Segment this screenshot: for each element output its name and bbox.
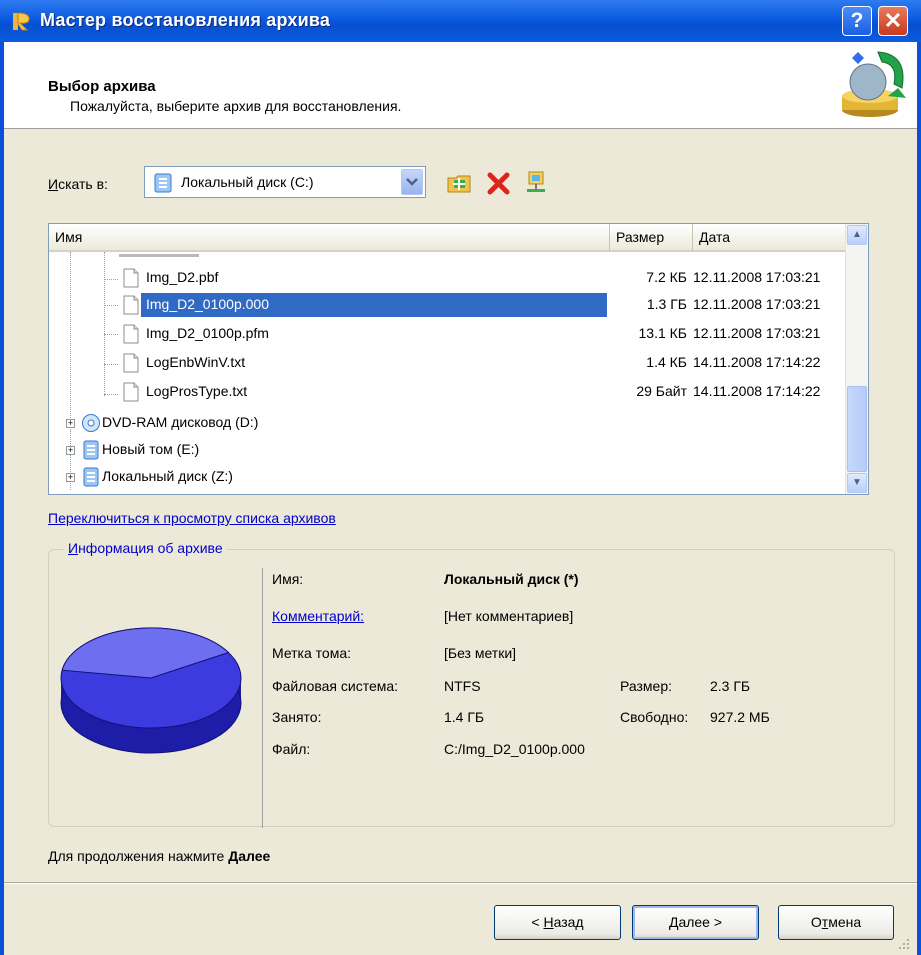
used-label: Занято:	[272, 709, 322, 725]
text-file-icon	[123, 353, 139, 373]
hard-drive-icon	[83, 467, 99, 487]
drive-name: Новый том (E:)	[102, 441, 200, 457]
continue-hint: Для продолжения нажмите Далее	[48, 848, 271, 864]
page-subtitle: Пожалуйста, выберите архив для восстанов…	[70, 98, 402, 114]
column-header-date[interactable]: Дата	[693, 224, 848, 252]
page-title: Выбор архива	[48, 78, 156, 95]
resize-grip-icon[interactable]	[897, 937, 911, 951]
file-date: 14.11.2008 17:14:22	[693, 383, 821, 399]
file-row-selected[interactable]: Img_D2_0100p.000 1.3 ГБ 12.11.2008 17:03…	[49, 293, 849, 319]
lookin-label: Искать в:	[48, 176, 108, 192]
back-button[interactable]: < Назад	[494, 905, 621, 940]
scroll-up-icon[interactable]: ▲	[847, 225, 867, 245]
footer-separator	[4, 882, 917, 884]
delete-icon[interactable]	[486, 170, 512, 196]
comment-link[interactable]: Комментарий:	[272, 608, 364, 624]
lookin-dropdown[interactable]: Локальный диск (C:)	[144, 166, 426, 198]
file-name: LogProsType.txt	[146, 383, 248, 399]
vertical-scrollbar[interactable]: ▲ ▼	[845, 224, 868, 494]
file-list[interactable]: Имя Размер Дата Img_D2.pbf 7.2 КБ 12.11.…	[48, 223, 869, 495]
size-label: Размер:	[620, 678, 673, 694]
scroll-down-icon[interactable]: ▼	[847, 473, 867, 493]
tree-item-dvd-drive[interactable]: + DVD-RAM дисковод (D:)	[49, 411, 609, 437]
wizard-window: Мастер восстановления архива ? ✕ Выбор а…	[0, 0, 921, 955]
new-folder-icon[interactable]	[446, 170, 472, 196]
file-row[interactable]: LogProsType.txt 29 Байт 14.11.2008 17:14…	[49, 380, 849, 406]
close-button[interactable]: ✕	[878, 6, 908, 36]
next-button[interactable]: Далее >	[632, 905, 759, 940]
tree-item-drive-z[interactable]: + Локальный диск (Z:)	[49, 465, 609, 491]
file-name: Img_D2.pbf	[146, 269, 219, 285]
used-value: 1.4 ГБ	[444, 709, 485, 725]
expand-icon[interactable]: +	[66, 473, 75, 482]
drive-name: Локальный диск (Z:)	[102, 468, 233, 484]
column-header-name[interactable]: Имя	[49, 224, 610, 252]
info-separator	[262, 568, 263, 828]
tree-item-drive-e[interactable]: + Новый том (E:)	[49, 438, 609, 464]
wizard-header: Выбор архива Пожалуйста, выберите архив …	[4, 42, 917, 129]
chevron-down-icon[interactable]	[401, 169, 423, 195]
free-label: Свободно:	[620, 709, 689, 725]
title-bar[interactable]: Мастер восстановления архива ? ✕	[0, 0, 921, 42]
lookin-value: Локальный диск (C:)	[181, 174, 314, 190]
file-size: 29 Байт	[636, 383, 687, 399]
file-size: 13.1 КБ	[638, 325, 687, 341]
help-button[interactable]: ?	[842, 6, 872, 36]
network-drive-icon[interactable]	[524, 170, 550, 196]
archive-restore-icon	[842, 51, 906, 117]
file-value: C:/Img_D2_0100p.000	[444, 741, 585, 757]
file-size: 1.3 ГБ	[646, 296, 687, 312]
scroll-thumb[interactable]	[847, 386, 867, 472]
file-date: 14.11.2008 17:14:22	[693, 354, 821, 370]
cancel-button[interactable]: Отмена	[778, 905, 894, 940]
file-date: 12.11.2008 17:03:21	[693, 269, 821, 285]
app-icon	[13, 12, 30, 31]
switch-to-archive-list-link[interactable]: Переключиться к просмотру списка архивов	[48, 510, 336, 526]
file-name: Img_D2_0100p.pfm	[146, 325, 269, 341]
file-icon	[123, 324, 139, 344]
text-file-icon	[123, 382, 139, 402]
filesystem-value: NTFS	[444, 678, 481, 694]
clipped-folder-row	[119, 254, 199, 257]
dvd-drive-icon	[82, 414, 100, 432]
expand-icon[interactable]: +	[66, 419, 75, 428]
file-label: Файл:	[272, 741, 311, 757]
disk-usage-pie	[60, 627, 242, 754]
expand-icon[interactable]: +	[66, 446, 75, 455]
name-value: Локальный диск (*)	[444, 571, 579, 587]
file-name: LogEnbWinV.txt	[146, 354, 246, 370]
window-title: Мастер восстановления архива	[40, 10, 331, 30]
size-value: 2.3 ГБ	[710, 678, 751, 694]
drive-name: DVD-RAM дисковод (D:)	[102, 414, 259, 430]
volume-value: [Без метки]	[444, 645, 517, 661]
comment-value: [Нет комментариев]	[444, 608, 574, 624]
file-name: Img_D2_0100p.000	[146, 296, 269, 312]
file-row[interactable]: Img_D2.pbf 7.2 КБ 12.11.2008 17:03:21	[49, 266, 849, 292]
file-icon	[123, 295, 139, 315]
file-date: 12.11.2008 17:03:21	[693, 296, 821, 312]
file-icon	[123, 268, 139, 288]
hard-drive-icon	[154, 173, 172, 193]
file-size: 1.4 КБ	[646, 354, 687, 370]
hard-drive-icon	[83, 440, 99, 460]
file-row[interactable]: Img_D2_0100p.pfm 13.1 КБ 12.11.2008 17:0…	[49, 322, 849, 348]
file-date: 12.11.2008 17:03:21	[693, 325, 821, 341]
file-size: 7.2 КБ	[646, 269, 687, 285]
archive-info-legend: Информация об архиве	[64, 540, 227, 556]
name-label: Имя:	[272, 571, 304, 587]
file-row[interactable]: LogEnbWinV.txt 1.4 КБ 14.11.2008 17:14:2…	[49, 351, 849, 377]
column-header-size[interactable]: Размер	[610, 224, 693, 252]
free-value: 927.2 МБ	[710, 709, 770, 725]
volume-label: Метка тома:	[272, 645, 352, 661]
filesystem-label: Файловая система:	[272, 678, 399, 694]
